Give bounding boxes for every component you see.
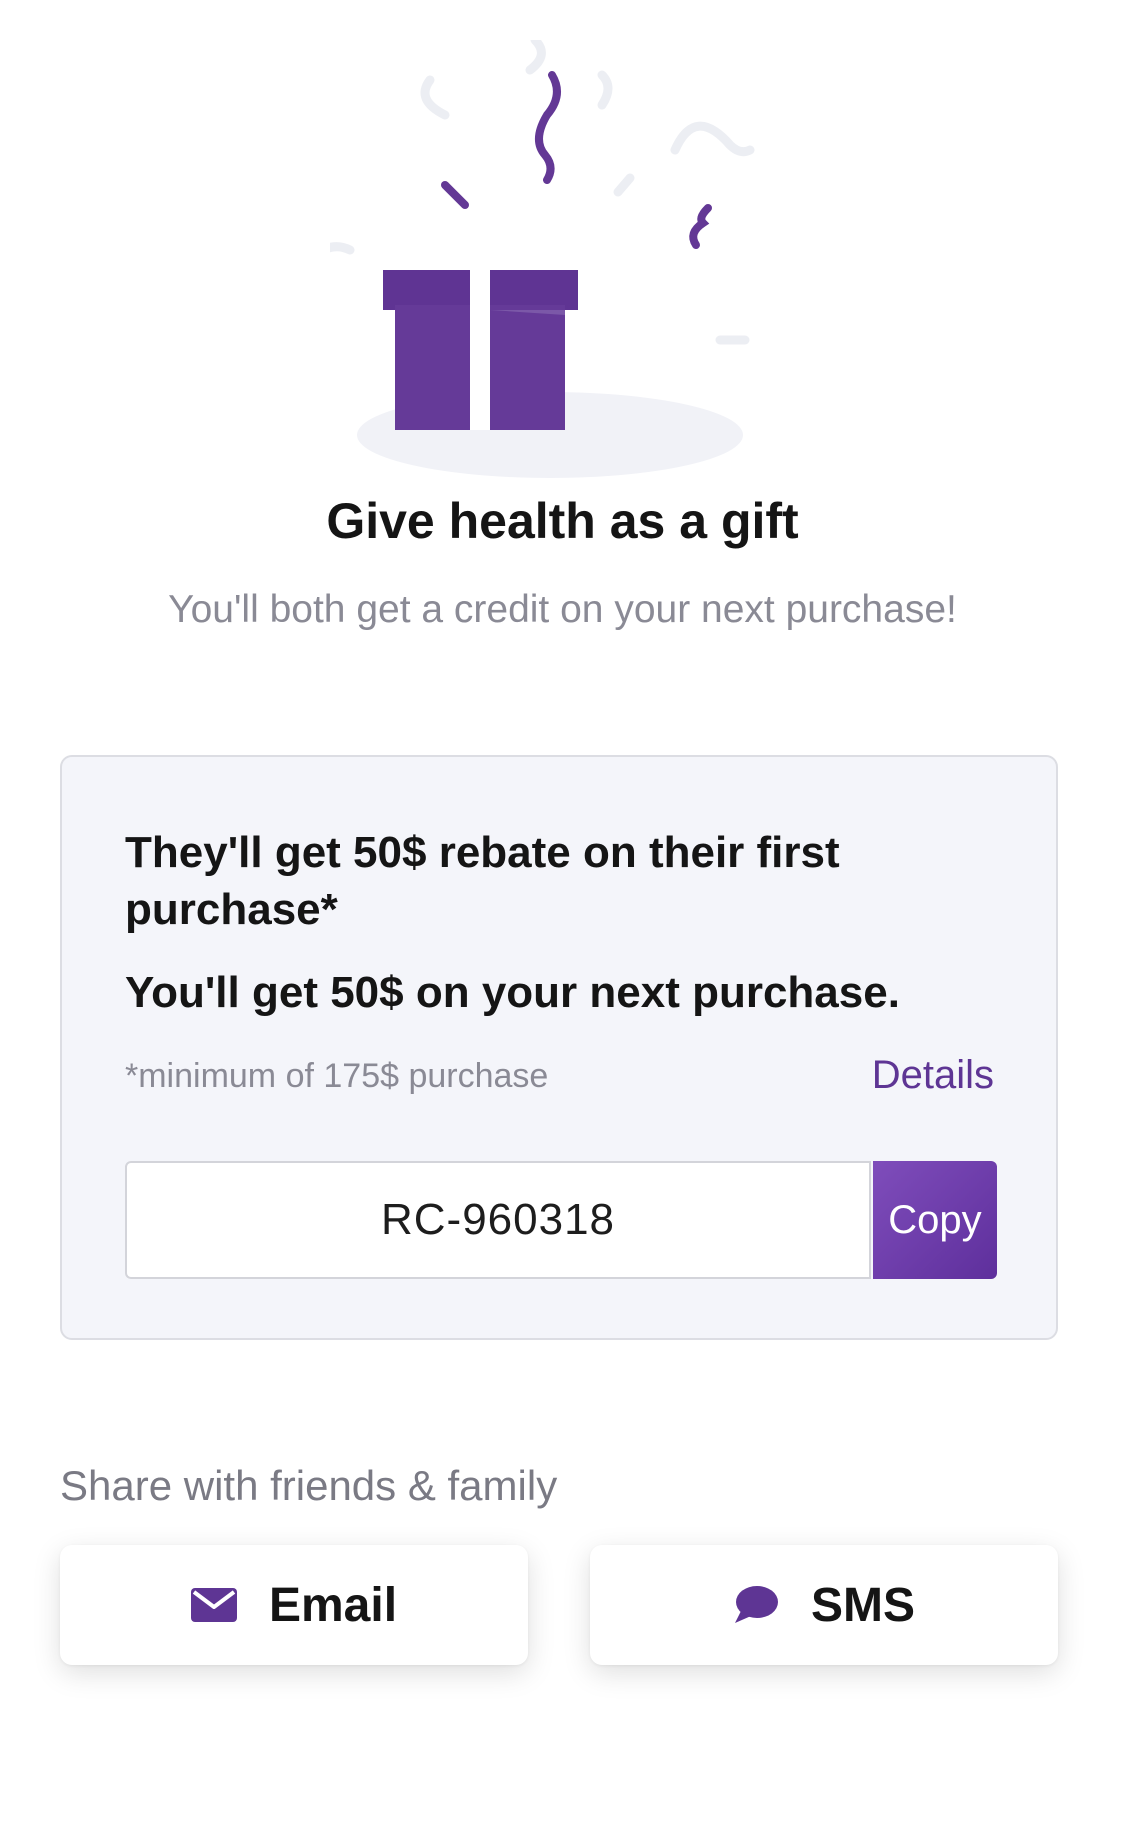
envelope-icon <box>190 1588 237 1622</box>
details-link[interactable]: Details <box>872 1053 994 1098</box>
referral-offer-card: They'll get 50$ rebate on their first pu… <box>60 755 1058 1340</box>
gift-box <box>383 268 578 430</box>
share-label: Share with friends & family <box>60 1462 558 1509</box>
page-subtitle: You'll both get a credit on your next pu… <box>168 588 957 631</box>
referral-page: Give health as a gift You'll both get a … <box>0 0 1125 1822</box>
page-title: Give health as a gift <box>326 493 799 549</box>
chat-bubble-icon <box>733 1585 779 1625</box>
gift-box-illustration <box>330 40 755 478</box>
sms-label: SMS <box>810 1578 915 1632</box>
email-share-button[interactable]: Email <box>60 1545 528 1665</box>
copy-button[interactable]: Copy <box>873 1161 997 1279</box>
sms-share-button[interactable]: SMS <box>590 1545 1058 1665</box>
email-label: Email <box>268 1578 398 1632</box>
referral-code-field[interactable]: RC-960318 <box>125 1161 871 1279</box>
minimum-purchase-note: *minimum of 175$ purchase <box>125 1057 549 1095</box>
your-reward-text: You'll get 50$ on your next purchase. <box>125 968 900 1017</box>
friend-reward-text: They'll get 50$ rebate on their first pu… <box>125 828 840 934</box>
